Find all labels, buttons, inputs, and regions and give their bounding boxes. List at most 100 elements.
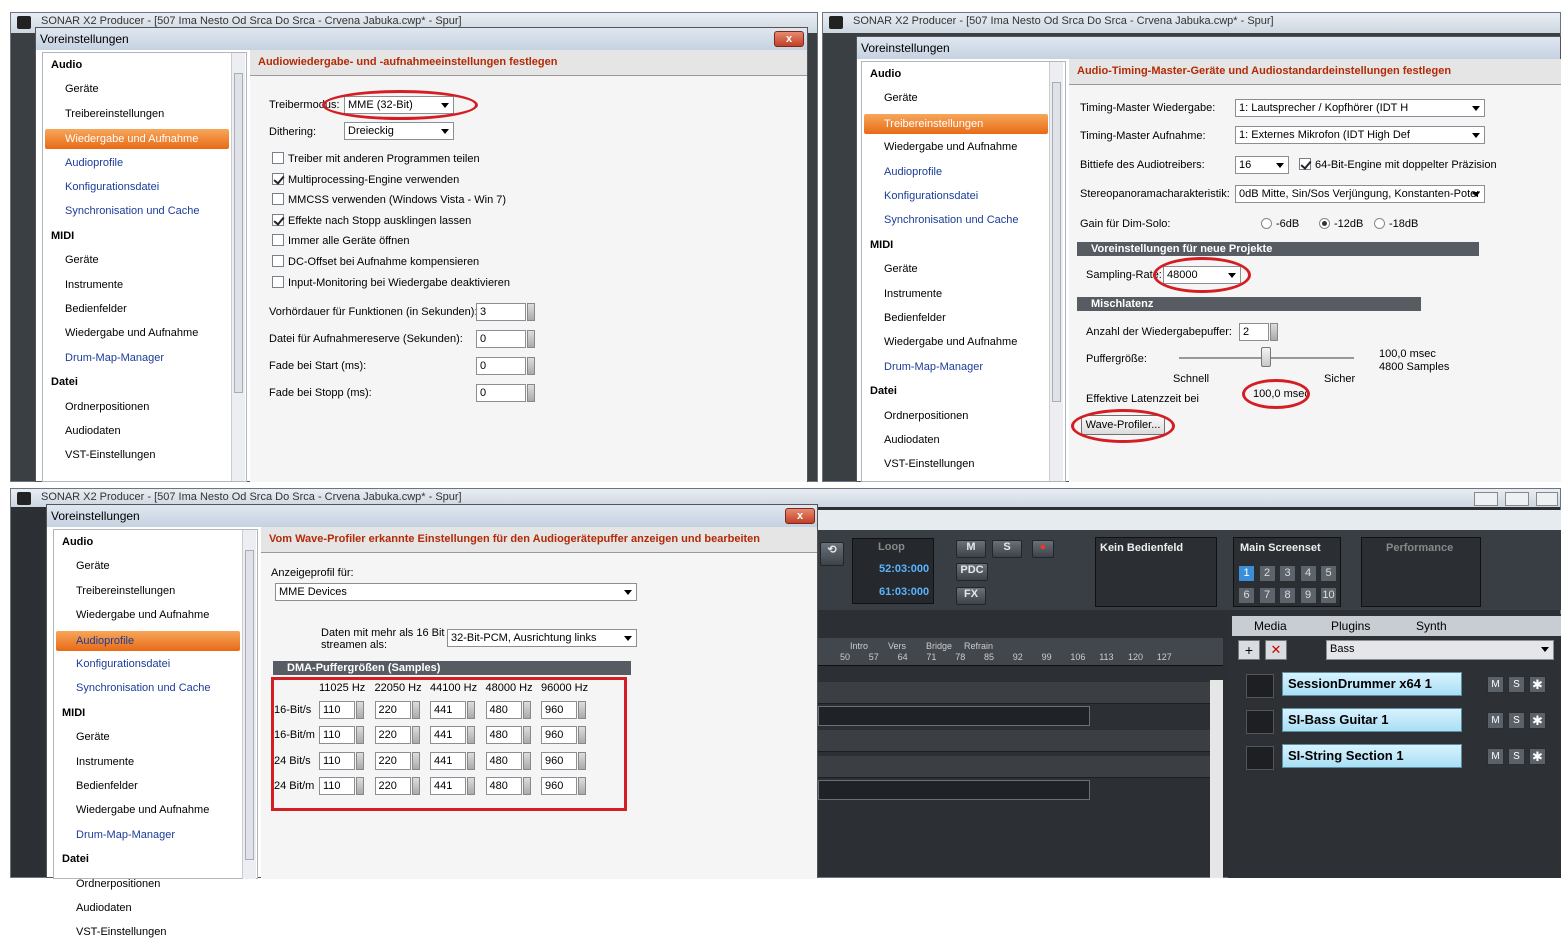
option-checkbox[interactable]: [272, 213, 284, 226]
solo-button[interactable]: S: [992, 540, 1022, 558]
tree-item[interactable]: Ordnerpositionen: [884, 410, 968, 422]
add-icon[interactable]: +: [1238, 640, 1260, 660]
tab-synth[interactable]: Synth: [1416, 619, 1447, 633]
screenset-number-button[interactable]: 2: [1258, 565, 1276, 582]
close-button[interactable]: x: [785, 508, 815, 524]
tree-item[interactable]: Drum-Map-Manager: [65, 352, 164, 364]
tree-item[interactable]: Bedienfelder: [76, 780, 138, 792]
dithering-select[interactable]: Dreieckig: [344, 122, 454, 140]
tree-item[interactable]: Bedienfelder: [884, 312, 946, 324]
tree-item[interactable]: Ordnerpositionen: [76, 878, 160, 890]
tree-item[interactable]: Audioprofile: [56, 630, 240, 651]
track-scrollbar[interactable]: [1210, 680, 1223, 878]
maximize-icon[interactable]: [1505, 492, 1529, 506]
tree-item[interactable]: Audioprofile: [884, 166, 942, 178]
tree-item[interactable]: Geräte: [65, 83, 99, 95]
tree-item[interactable]: Treibereinstellungen: [864, 113, 1048, 134]
tree-item[interactable]: Konfigurationsdatei: [76, 658, 170, 670]
tree-item[interactable]: Bedienfelder: [65, 303, 127, 315]
asterisk-icon[interactable]: ✱: [1529, 676, 1546, 693]
stream-format-select[interactable]: 32-Bit-PCM, Ausrichtung links: [447, 629, 637, 647]
tree-item[interactable]: Geräte: [76, 731, 110, 743]
tree-item[interactable]: Instrumente: [65, 279, 123, 291]
tree-item[interactable]: Wiedergabe und Aufnahme: [45, 129, 229, 150]
solo-button[interactable]: S: [1508, 676, 1525, 693]
audio-clip[interactable]: [818, 780, 1090, 800]
tree-item[interactable]: VST-Einstellungen: [884, 458, 975, 470]
timing-master-playback-select[interactable]: 1: Lautsprecher / Kopfhörer (IDT H: [1235, 99, 1485, 117]
tree-item[interactable]: Audiodaten: [884, 434, 940, 446]
option-checkbox[interactable]: [272, 255, 284, 267]
tree-item[interactable]: VST-Einstellungen: [65, 449, 156, 461]
control-surface-select[interactable]: Kein Bedienfeld: [1100, 542, 1183, 554]
mute-button[interactable]: M: [1487, 676, 1504, 693]
record-icon[interactable]: ●: [1032, 540, 1054, 558]
pdc-button[interactable]: PDC: [956, 563, 988, 581]
tree-item[interactable]: Drum-Map-Manager: [76, 829, 175, 841]
solo-button[interactable]: S: [1508, 748, 1525, 765]
spin-field[interactable]: 3: [476, 303, 535, 321]
screenset-number-button[interactable]: 3: [1279, 565, 1296, 582]
tree-item[interactable]: Audioprofile: [65, 157, 123, 169]
screenset-number-button[interactable]: 8: [1279, 587, 1296, 604]
asterisk-icon[interactable]: ✱: [1529, 712, 1546, 729]
tree-item[interactable]: Geräte: [76, 560, 110, 572]
bit-depth-select[interactable]: 16: [1235, 156, 1289, 174]
spin-arrows-icon[interactable]: [527, 330, 535, 348]
buffer-count-spin[interactable]: 2: [1239, 323, 1278, 341]
tree-item[interactable]: Synchronisation und Cache: [884, 214, 1019, 226]
option-checkbox[interactable]: [272, 152, 284, 164]
tree-item[interactable]: Wiedergabe und Aufnahme: [65, 327, 198, 339]
option-checkbox[interactable]: [272, 275, 284, 288]
fx-button[interactable]: FX: [956, 587, 986, 605]
gain-12db-radio[interactable]: [1319, 218, 1330, 229]
synth-name[interactable]: SI-Bass Guitar 1: [1282, 708, 1462, 732]
tree-item[interactable]: Wiedergabe und Aufnahme: [76, 609, 209, 621]
stereo-pan-select[interactable]: 0dB Mitte, Sin/Sos Verjüngung, Konstante…: [1235, 185, 1485, 203]
asterisk-icon[interactable]: ✱: [1529, 748, 1546, 765]
loop-end-time[interactable]: 61:03:000: [879, 586, 929, 598]
option-checkbox[interactable]: [272, 193, 284, 206]
tree-scrollbar[interactable]: [242, 530, 256, 879]
screenset-number-button[interactable]: 5: [1320, 565, 1337, 582]
buffer-size-slider[interactable]: [1261, 347, 1271, 367]
mute-button[interactable]: M: [1487, 712, 1504, 729]
synth-name[interactable]: SessionDrummer x64 1: [1282, 672, 1462, 696]
tree-item[interactable]: Treibereinstellungen: [76, 585, 175, 597]
minimize-icon[interactable]: [1474, 492, 1498, 506]
tree-scrollbar[interactable]: [231, 53, 245, 481]
tree-item[interactable]: Instrumente: [884, 288, 942, 300]
mute-button[interactable]: M: [1487, 748, 1504, 765]
option-checkbox[interactable]: [272, 172, 284, 185]
spin-arrows-icon[interactable]: [527, 303, 535, 321]
double-precision-checkbox[interactable]: [1299, 158, 1311, 170]
tree-item[interactable]: Synchronisation und Cache: [76, 682, 211, 694]
tree-item[interactable]: Ordnerpositionen: [65, 401, 149, 413]
profile-select[interactable]: MME Devices: [275, 583, 637, 601]
tree-item[interactable]: Drum-Map-Manager: [884, 361, 983, 373]
screenset-select[interactable]: Main Screenset: [1240, 542, 1321, 554]
tree-item[interactable]: Treibereinstellungen: [65, 108, 164, 120]
gain-18db-radio[interactable]: [1374, 218, 1385, 229]
spin-arrows-icon[interactable]: [527, 357, 535, 375]
option-checkbox[interactable]: [272, 234, 284, 247]
audio-clip[interactable]: [818, 706, 1090, 726]
screenset-number-button[interactable]: 6: [1238, 587, 1255, 604]
tab-plugins[interactable]: Plugins: [1331, 619, 1370, 633]
tree-item[interactable]: Geräte: [65, 254, 99, 266]
tree-item[interactable]: Audiodaten: [76, 902, 132, 914]
spin-field[interactable]: 0: [476, 330, 535, 348]
tree-item[interactable]: Wiedergabe und Aufnahme: [884, 141, 1017, 153]
tree-item[interactable]: Konfigurationsdatei: [65, 181, 159, 193]
timing-master-record-select[interactable]: 1: Externes Mikrofon (IDT High Def: [1235, 126, 1485, 144]
tree-item[interactable]: Konfigurationsdatei: [884, 190, 978, 202]
tree-item[interactable]: Instrumente: [76, 756, 134, 768]
close-button[interactable]: x: [774, 31, 804, 47]
tree-item[interactable]: Synchronisation und Cache: [65, 205, 200, 217]
synth-filter-select[interactable]: Bass: [1326, 640, 1554, 660]
delete-icon[interactable]: ✕: [1265, 640, 1287, 660]
screenset-number-button[interactable]: 7: [1258, 587, 1276, 604]
loop-start-time[interactable]: 52:03:000: [879, 563, 929, 575]
screenset-number-button[interactable]: 1: [1238, 565, 1255, 582]
tree-scrollbar[interactable]: [1049, 62, 1063, 481]
